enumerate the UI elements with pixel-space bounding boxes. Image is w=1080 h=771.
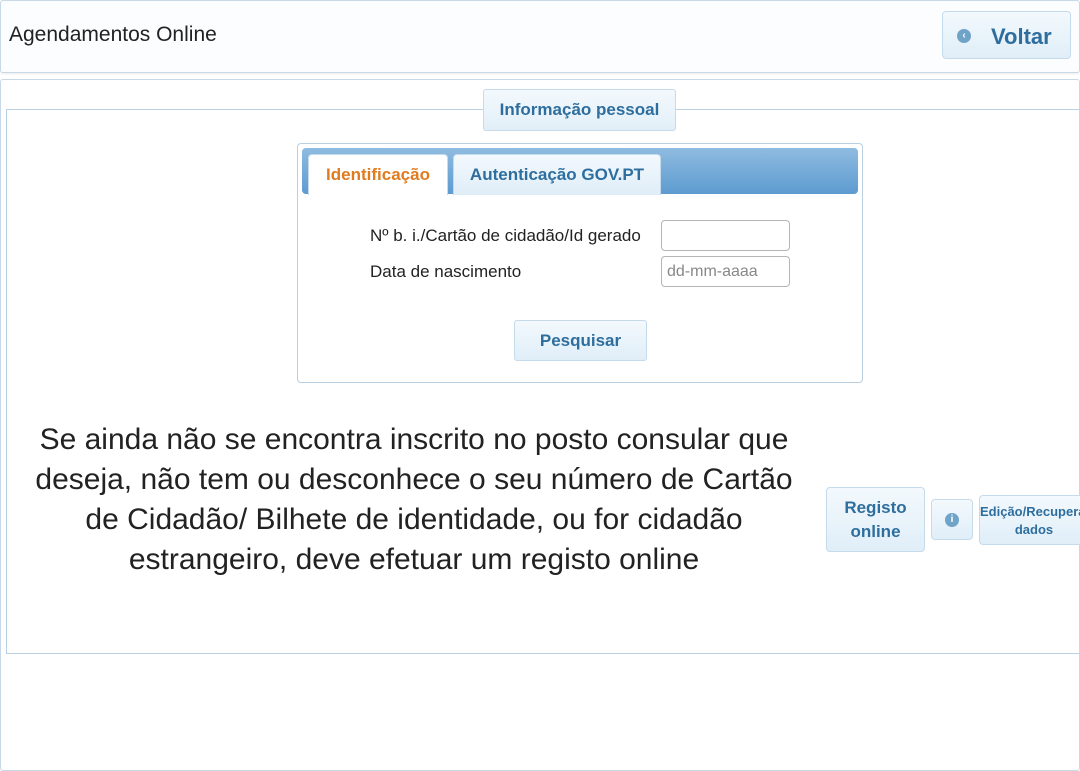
page-header: Agendamentos Online ‹ Voltar <box>0 0 1080 73</box>
id-number-input[interactable] <box>661 220 790 251</box>
edit-recover-data-label: Edição/Recuperação dados <box>980 504 1080 537</box>
info-button[interactable]: i <box>931 499 973 540</box>
birth-date-label: Data de nascimento <box>370 262 522 281</box>
back-button-label: Voltar <box>991 24 1052 49</box>
back-button[interactable]: ‹ Voltar <box>942 11 1071 59</box>
arrow-left-circle-icon: ‹ <box>957 29 971 43</box>
info-icon: i <box>945 513 959 527</box>
tab-identificacao[interactable]: Identificação <box>308 154 448 195</box>
id-number-label: Nº b. i./Cartão de cidadão/Id gerado <box>370 226 641 245</box>
edit-recover-data-button[interactable]: Edição/Recuperação dados <box>979 495 1080 545</box>
search-button[interactable]: Pesquisar <box>514 320 647 361</box>
app-title: Agendamentos Online <box>9 23 217 46</box>
online-registration-button[interactable]: Registo online <box>826 487 925 552</box>
tab-autenticacao-govpt[interactable]: Autenticação GOV.PT <box>453 154 661 195</box>
section-legend: Informação pessoal <box>483 89 676 131</box>
registration-info-message: Se ainda não se encontra inscrito no pos… <box>35 423 793 576</box>
tab-bar: Identificação Autenticação GOV.PT <box>302 148 858 195</box>
online-registration-label: Registo online <box>844 497 907 541</box>
birth-date-input[interactable] <box>661 256 790 287</box>
